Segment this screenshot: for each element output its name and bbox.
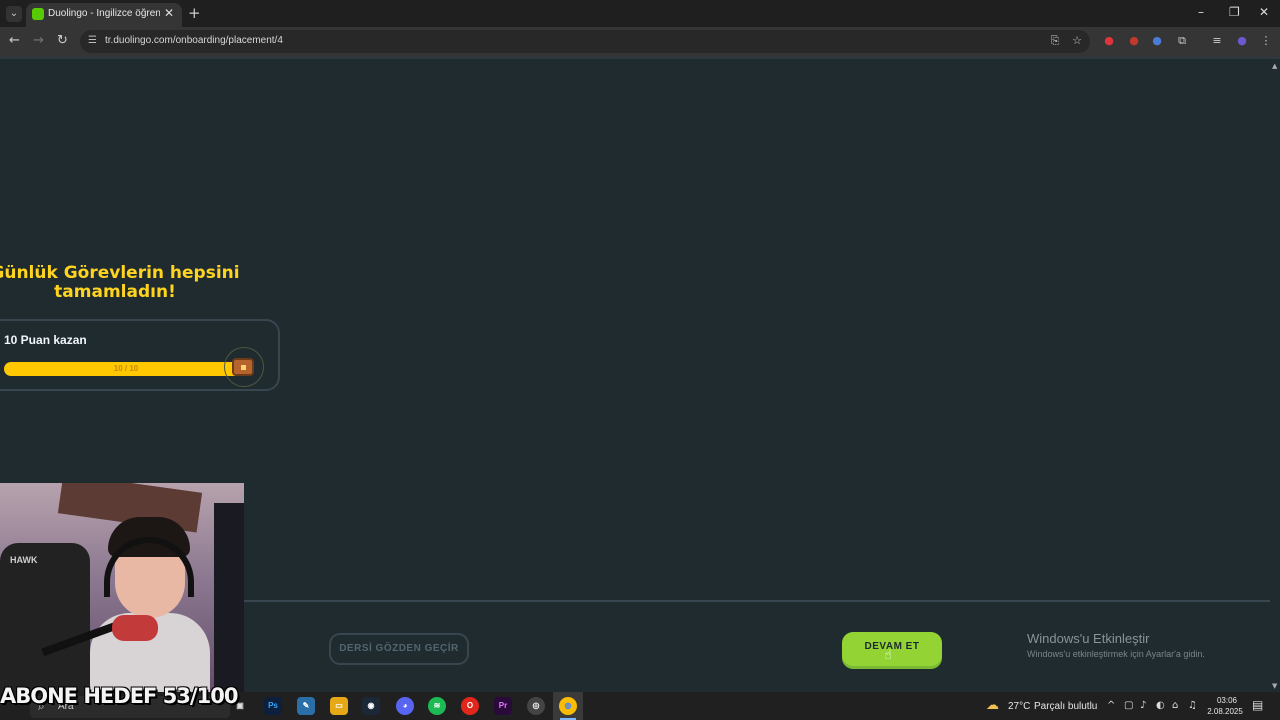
chest-lock-icon xyxy=(241,365,246,370)
weather-temperature[interactable]: 27°C xyxy=(1008,701,1030,712)
back-icon[interactable]: ← xyxy=(9,33,20,48)
extension-icon[interactable]: ● xyxy=(1102,34,1116,48)
duolingo-favicon xyxy=(32,8,44,20)
photoshop-icon[interactable]: Ps xyxy=(264,697,282,715)
media-icon[interactable]: ≡ xyxy=(1210,34,1224,48)
plus-icon[interactable]: + xyxy=(188,4,201,22)
pen-app-icon[interactable]: ✎ xyxy=(297,697,315,715)
clock-date[interactable]: 2.08.2025 xyxy=(1203,707,1247,716)
chair-logo: HAWK xyxy=(10,555,38,565)
quest-title: 10 Puan kazan xyxy=(4,333,87,347)
microphone-tray-icon[interactable]: ♪ xyxy=(1140,700,1146,711)
forward-icon[interactable]: → xyxy=(33,33,44,48)
microphone-icon xyxy=(112,615,158,641)
continue-button[interactable]: DEVAM ET xyxy=(842,632,942,666)
chrome-icon[interactable]: ◍ xyxy=(559,697,577,715)
url-text[interactable]: tr.duolingo.com/onboarding/placement/4 xyxy=(105,35,283,46)
chevron-up-icon[interactable]: ^ xyxy=(1107,700,1115,711)
discord-icon[interactable]: ◕ xyxy=(396,697,414,715)
spotify-icon[interactable]: ≋ xyxy=(428,697,446,715)
extension-badge-icon[interactable]: ● xyxy=(1127,34,1141,48)
tray-app-icon[interactable]: ◐ xyxy=(1156,700,1165,711)
page-scrollbar[interactable] xyxy=(1270,59,1280,692)
minimize-icon[interactable]: – xyxy=(1198,5,1204,19)
tray-app-icon[interactable]: ▢ xyxy=(1124,700,1133,711)
scroll-up-icon[interactable]: ▲ xyxy=(1272,62,1277,70)
quest-progress-bar: 10 / 10 xyxy=(4,362,248,376)
browser-toolbar: ← → ↻ ☰ tr.duolingo.com/onboarding/place… xyxy=(0,27,1280,57)
tab-list-icon[interactable]: ⌄ xyxy=(6,6,22,22)
quest-progress-text: 10 / 10 xyxy=(113,364,139,373)
scroll-down-icon[interactable]: ▼ xyxy=(1272,682,1277,690)
restore-icon[interactable]: ❐ xyxy=(1229,5,1240,19)
daily-quest-card: 10 Puan kazan 10 / 10 xyxy=(0,319,280,391)
treasure-chest-icon xyxy=(232,358,254,376)
reload-icon[interactable]: ↻ xyxy=(57,33,68,48)
notification-icon[interactable]: ▤ xyxy=(1252,698,1263,712)
volume-icon[interactable]: ♫ xyxy=(1188,700,1197,711)
windows-activation-title: Windows'u Etkinleştir xyxy=(1027,631,1150,646)
hand-cursor-icon: ☝ xyxy=(884,648,892,663)
review-lesson-button[interactable]: DERSİ GÖZDEN GEÇİR xyxy=(329,633,469,665)
star-icon[interactable]: ☆ xyxy=(1070,34,1084,48)
profile-icon[interactable]: ● xyxy=(1235,34,1249,48)
obs-icon[interactable]: ◎ xyxy=(527,697,545,715)
tab-title: Duolingo - İngilizce öğrenmek xyxy=(48,8,160,19)
extension-icon[interactable]: ● xyxy=(1150,34,1164,48)
address-bar[interactable]: ☰ tr.duolingo.com/onboarding/placement/4… xyxy=(80,30,1090,53)
weather-icon[interactable]: ☁ xyxy=(986,698,999,713)
windows-activation-description: Windows'u etkinleştirmek için Ayarlar'a … xyxy=(1027,649,1205,659)
site-info-icon[interactable]: ☰ xyxy=(88,35,97,46)
close-icon[interactable]: ✕ xyxy=(164,6,174,20)
tab-bar: ⌄ Duolingo - İngilizce öğrenmek ✕ + – ❐ … xyxy=(0,0,1280,27)
clock-time[interactable]: 03:06 xyxy=(1210,696,1244,705)
window-close-icon[interactable]: ✕ xyxy=(1259,5,1269,19)
puzzle-icon[interactable]: ⧉ xyxy=(1175,34,1189,48)
active-tab[interactable]: Duolingo - İngilizce öğrenmek ✕ xyxy=(26,3,182,27)
network-icon[interactable]: ⌂ xyxy=(1172,700,1178,711)
opera-icon[interactable]: O xyxy=(461,697,479,715)
file-explorer-icon[interactable]: ▭ xyxy=(330,697,348,715)
weather-condition[interactable]: Parçalı bulutlu xyxy=(1034,701,1097,712)
install-icon[interactable]: ⎘ xyxy=(1048,34,1062,48)
premiere-icon[interactable]: Pr xyxy=(494,697,512,715)
menu-icon[interactable]: ⋮ xyxy=(1259,34,1273,48)
subscriber-goal-text: ABONE HEDEF 53/100 xyxy=(0,684,238,708)
steam-icon[interactable]: ◉ xyxy=(362,697,380,715)
page-heading: Günlük Görevlerin hepsini tamamladın! xyxy=(0,263,240,302)
